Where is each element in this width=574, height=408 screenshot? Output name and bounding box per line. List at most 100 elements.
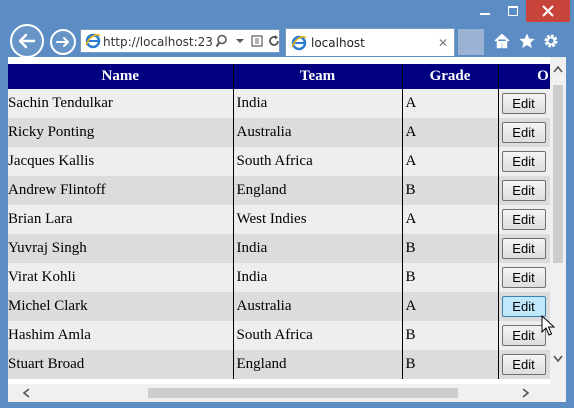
table-row: Virat Kohli India B Edit (8, 263, 550, 292)
edit-button[interactable]: Edit (501, 209, 546, 230)
cell-action: Edit (498, 176, 550, 205)
cell-grade: B (402, 263, 499, 292)
cell-team: Australia (233, 118, 403, 147)
edit-button[interactable]: Edit (501, 93, 546, 114)
minimize-icon (480, 13, 490, 15)
page-content: Name Team Grade O Sachin Tendulkar India… (8, 57, 566, 402)
address-bar[interactable]: http://localhost:231 (80, 29, 280, 53)
table-row: Michel Clark Australia A Edit (8, 292, 550, 321)
cell-name: Andrew Flintoff (8, 176, 234, 205)
edit-button[interactable]: Edit (501, 238, 546, 259)
ie-logo-icon (85, 33, 101, 49)
column-header-grade: Grade (402, 64, 499, 89)
browser-window: http://localhost:231 localhost ✕ Name Te… (0, 0, 574, 408)
maximize-button[interactable] (500, 0, 526, 22)
horizontal-scroll-thumb[interactable] (148, 388, 458, 398)
cell-name: Hashim Amla (8, 321, 234, 350)
close-tab-icon[interactable]: ✕ (438, 35, 448, 51)
forward-arrow-icon (56, 37, 69, 47)
cell-name: Brian Lara (8, 205, 234, 234)
edit-button[interactable]: Edit (501, 151, 546, 172)
cell-name: Jacques Kallis (8, 147, 234, 176)
refresh-icon[interactable] (266, 33, 282, 49)
search-icon[interactable] (215, 33, 231, 49)
cell-name: Ricky Ponting (8, 118, 234, 147)
ie-logo-icon (291, 35, 307, 51)
horizontal-scrollbar[interactable] (8, 384, 550, 402)
cell-team: England (233, 176, 403, 205)
cell-grade: A (402, 118, 499, 147)
cell-grade: A (402, 205, 499, 234)
page-viewport: Name Team Grade O Sachin Tendulkar India… (8, 57, 550, 384)
chevron-down-icon[interactable] (232, 33, 248, 49)
edit-button[interactable]: Edit (501, 180, 546, 201)
column-header-name: Name (8, 64, 234, 89)
edit-button[interactable]: Edit (501, 122, 546, 143)
cell-team: West Indies (233, 205, 403, 234)
star-icon[interactable] (518, 32, 536, 50)
cell-name: Virat Kohli (8, 263, 234, 292)
cell-team: England (233, 350, 403, 379)
cell-grade: A (402, 89, 499, 118)
url-text[interactable]: http://localhost:231 (103, 34, 213, 50)
cell-grade: B (402, 321, 499, 350)
table-row: Jacques Kallis South Africa A Edit (8, 147, 550, 176)
cell-action: Edit (498, 263, 550, 292)
vertical-scroll-thumb[interactable] (553, 85, 563, 263)
table-header-row: Name Team Grade O (8, 64, 550, 89)
table-row: Sachin Tendulkar India A Edit (8, 89, 550, 118)
cell-team: India (233, 234, 403, 263)
cell-action: Edit (498, 147, 550, 176)
table-row: Yuvraj Singh India B Edit (8, 234, 550, 263)
cell-action: Edit (498, 89, 550, 118)
edit-button[interactable]: Edit (501, 354, 546, 375)
column-header-team: Team (233, 64, 403, 89)
back-button[interactable] (10, 24, 44, 58)
scroll-right-icon[interactable] (522, 388, 530, 398)
cell-name: Stuart Broad (8, 350, 234, 379)
scroll-down-icon[interactable] (553, 355, 563, 363)
cell-action: Edit (498, 234, 550, 263)
cell-name: Yuvraj Singh (8, 234, 234, 263)
edit-button[interactable]: Edit (501, 267, 546, 288)
table-row: Andrew Flintoff England B Edit (8, 176, 550, 205)
scroll-left-icon[interactable] (22, 388, 30, 398)
table-row: Stuart Broad England B Edit (8, 350, 550, 379)
maximize-icon (508, 6, 518, 16)
scrollbar-corner (550, 384, 566, 402)
cell-grade: A (402, 147, 499, 176)
cell-action: Edit (498, 350, 550, 379)
cell-team: South Africa (233, 321, 403, 350)
edit-button[interactable]: Edit (501, 325, 546, 346)
players-table: Name Team Grade O Sachin Tendulkar India… (8, 64, 550, 379)
close-icon (542, 5, 554, 17)
table-row: Hashim Amla South Africa B Edit (8, 321, 550, 350)
column-header-action: O (498, 64, 550, 89)
scroll-up-icon[interactable] (553, 65, 563, 73)
compatibility-view-icon[interactable] (249, 33, 265, 49)
table-row: Ricky Ponting Australia A Edit (8, 118, 550, 147)
cell-team: India (233, 263, 403, 292)
edit-button-hovered[interactable]: Edit (501, 296, 546, 317)
cell-grade: B (402, 234, 499, 263)
cell-grade: B (402, 176, 499, 205)
tab-localhost[interactable]: localhost ✕ (285, 28, 455, 56)
cell-team: Australia (233, 292, 403, 321)
cell-grade: B (402, 350, 499, 379)
tab-label: localhost (311, 36, 365, 50)
cell-grade: A (402, 292, 499, 321)
cell-action: Edit (498, 118, 550, 147)
home-icon[interactable] (493, 32, 511, 50)
new-tab-button[interactable] (458, 29, 484, 55)
cell-name: Michel Clark (8, 292, 234, 321)
forward-button[interactable] (50, 29, 76, 55)
close-window-button[interactable] (526, 0, 570, 22)
back-arrow-icon (18, 33, 36, 49)
cell-team: South Africa (233, 147, 403, 176)
minimize-button[interactable] (470, 0, 500, 22)
gear-icon[interactable] (542, 32, 560, 50)
cell-team: India (233, 89, 403, 118)
mouse-cursor-icon (541, 315, 555, 336)
table-row: Brian Lara West Indies A Edit (8, 205, 550, 234)
cell-name: Sachin Tendulkar (8, 89, 234, 118)
